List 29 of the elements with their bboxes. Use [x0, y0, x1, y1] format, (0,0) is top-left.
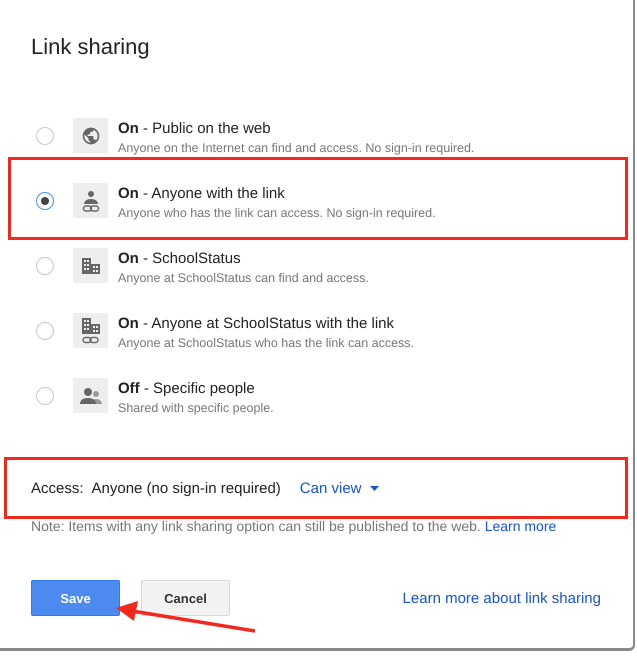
radio-button[interactable] — [36, 322, 54, 340]
option-description: Shared with specific people. — [118, 401, 274, 415]
option-description: Anyone at SchoolStatus can find and access. — [118, 271, 369, 285]
permission-dropdown[interactable]: Can view — [300, 480, 378, 496]
note-text: Note: Items with any link sharing option can still be published to the web. — [31, 518, 481, 534]
person-link-icon — [80, 188, 100, 212]
learn-more-link[interactable]: Learn more — [484, 518, 556, 534]
learn-more-about-link-sharing-link[interactable]: Learn more about link sharing — [402, 590, 601, 606]
access-label: Access: — [31, 480, 84, 496]
option-description: Anyone who has the link can access. No sign-in required. — [118, 206, 436, 220]
caret-icon — [370, 486, 378, 490]
option-label[interactable]: Off - Specific people — [118, 379, 274, 398]
option-description: Anyone on the Internet can find and access. No sign-in required. — [118, 141, 474, 155]
radio-button[interactable] — [36, 192, 54, 210]
radio-button[interactable] — [36, 387, 54, 405]
option-description: Anyone at SchoolStatus who has the link can access. — [118, 336, 414, 350]
globe-icon — [80, 126, 100, 146]
option-label[interactable]: On - Anyone with the link — [118, 184, 436, 203]
radio-button[interactable] — [36, 127, 54, 145]
building-link-icon — [82, 318, 100, 344]
option-label[interactable]: On - SchoolStatus — [118, 249, 369, 268]
radio-button[interactable] — [36, 257, 54, 275]
building-icon — [82, 258, 100, 274]
option-label[interactable]: On - Anyone at SchoolStatus with the link — [118, 314, 414, 333]
people-icon — [80, 386, 102, 404]
cancel-button[interactable]: Cancel — [141, 580, 230, 616]
dialog-title: Link sharing — [30, 33, 151, 61]
access-value: Anyone (no sign-in required) — [92, 480, 281, 496]
option-label[interactable]: On - Public on the web — [118, 119, 474, 138]
